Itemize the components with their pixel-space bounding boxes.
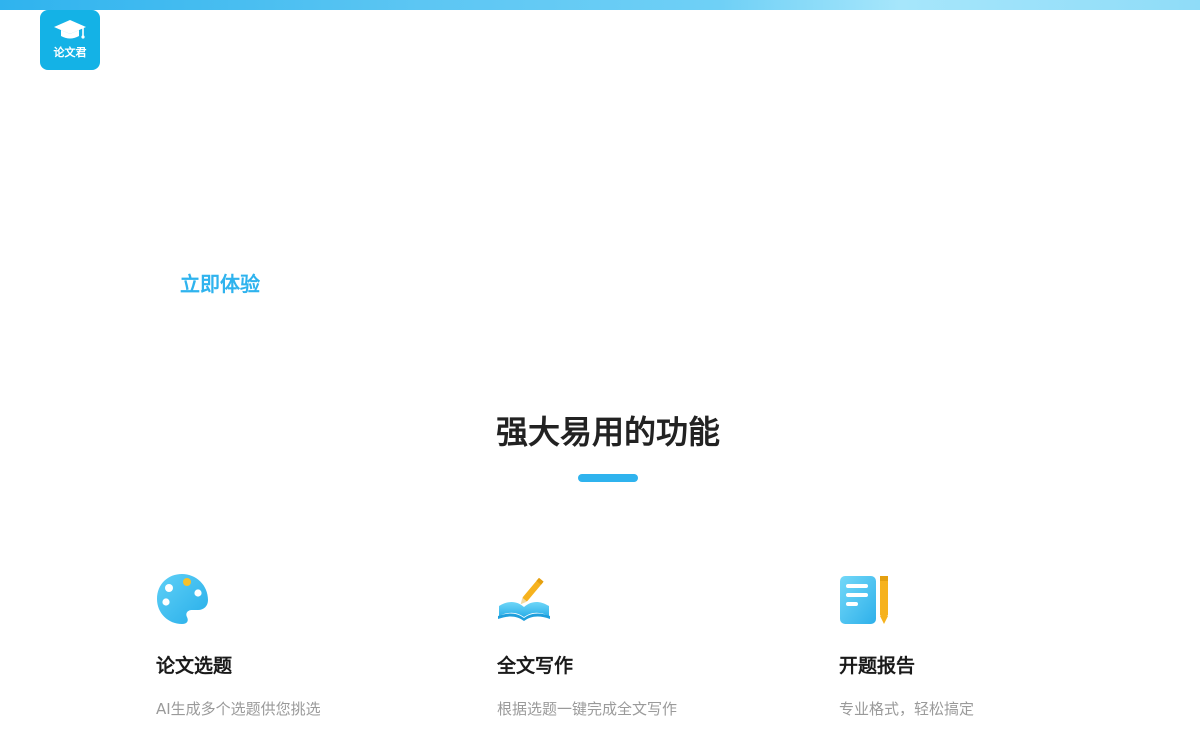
graduation-cap-icon xyxy=(54,20,86,39)
document-pencil-icon xyxy=(840,576,888,624)
top-gradient-strip xyxy=(0,0,1200,10)
logo[interactable]: 论文君 xyxy=(40,10,100,70)
open-book-pencil-icon xyxy=(498,577,550,621)
feature-card-proposal[interactable]: 开题报告 专业格式，轻松搞定 xyxy=(839,570,1079,720)
feature-card-topic[interactable]: 论文选题 AI生成多个选题供您挑选 xyxy=(156,570,396,720)
title-underline xyxy=(578,474,638,482)
feature-title: 全文写作 xyxy=(497,655,574,677)
feature-description: 根据选题一键完成全文写作 xyxy=(497,700,678,718)
page: 论文君 立即体验 强大易用的功能 论文选题 AI生成多个选题供您挑选 全文写作 … xyxy=(0,0,1200,750)
logo-text: 论文君 xyxy=(53,46,87,59)
feature-card-fulltext[interactable]: 全文写作 根据选题一键完成全文写作 xyxy=(497,570,737,720)
feature-description: 专业格式，轻松搞定 xyxy=(839,700,975,718)
palette-icon xyxy=(157,574,208,624)
try-now-link[interactable]: 立即体验 xyxy=(180,270,260,298)
features-section-title: 强大易用的功能 xyxy=(495,413,720,451)
feature-description: AI生成多个选题供您挑选 xyxy=(156,700,321,718)
feature-title: 论文选题 xyxy=(156,655,233,677)
feature-title: 开题报告 xyxy=(839,655,916,677)
